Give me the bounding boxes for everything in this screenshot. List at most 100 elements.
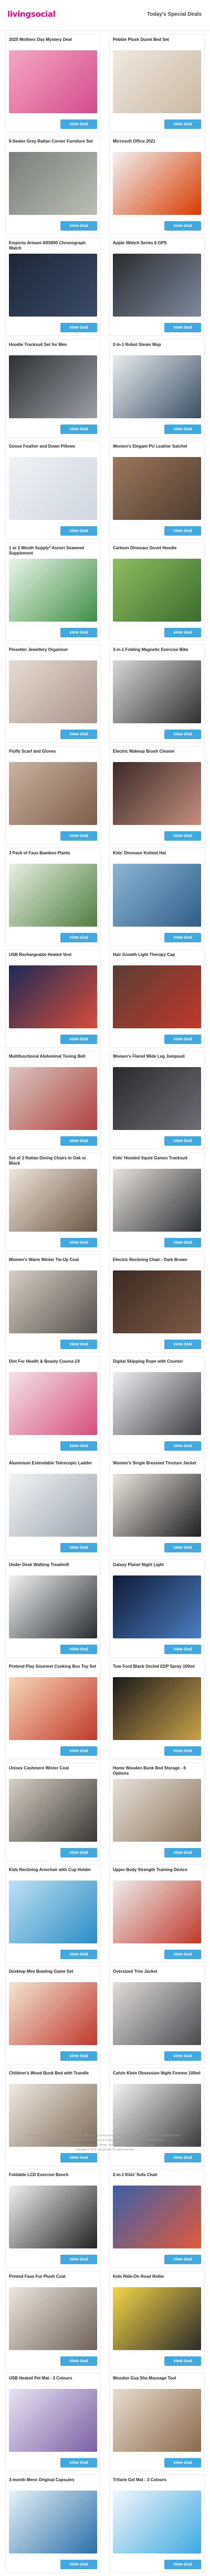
deal-card[interactable]: Upper Body Strength Training Device view … [109,1864,205,1963]
deal-image[interactable] [113,1474,201,1537]
deal-card[interactable]: Cartoon Dinosaur Duvet Hoodie view deal [109,542,205,641]
deal-title[interactable]: Desktop Mini Bowling Game Set [9,1969,97,1981]
deal-image[interactable] [9,1270,97,1333]
view-deal-button[interactable]: view deal [60,831,97,841]
deal-title[interactable]: Wooden Gua Sha Massage Tool [113,2376,201,2387]
deal-card[interactable]: 3 Pack of Faux Bamboo Plants view deal [5,847,101,946]
view-deal-button[interactable]: view deal [60,1645,97,1654]
deal-title[interactable]: Digital Skipping Rope with Counter [113,1359,201,1371]
deal-card[interactable]: Goose Feather and Down Pillows view deal [5,441,101,539]
view-deal-button[interactable]: view deal [60,628,97,637]
deal-image[interactable] [9,965,97,1028]
deal-image[interactable] [9,50,97,113]
deal-title[interactable]: Trifarie Gel Mat - 3 Colours [113,2477,201,2489]
deal-title[interactable]: 2-in-1 Kids' Sofa Chair [113,2172,201,2184]
deal-card[interactable]: USB Heated Pet Mat - 3 Colours view deal [5,2373,101,2471]
deal-title[interactable]: Kids' Hooded Squid Games Tracksuit [113,1156,201,1167]
view-deal-button[interactable]: view deal [164,323,201,332]
deal-image[interactable] [113,1575,201,1638]
deal-card[interactable]: Women's Single Breasted Tincture Jacket v… [109,1458,205,1556]
view-deal-button[interactable]: view deal [164,1848,201,1857]
deal-card[interactable]: Desktop Mini Bowling Game Set view deal [5,1966,101,2064]
deal-image[interactable] [9,864,97,927]
view-deal-button[interactable]: view deal [60,221,97,231]
deal-title[interactable]: Foldable LCD Exercise Bench [9,2172,97,2184]
view-deal-button[interactable]: view deal [60,2560,97,2569]
deal-title[interactable]: Diet For Health & Beauty Course £9 [9,1359,97,1371]
deal-title[interactable]: Set of 2 Rattan Dining Chairs in Oak or … [9,1156,97,1167]
view-deal-button[interactable]: view deal [164,628,201,637]
deal-image[interactable] [9,1677,97,1740]
deal-card[interactable]: Kids' Dinosaur Knitted Hat view deal [109,847,205,946]
deal-card[interactable]: Galaxy Planet Night Light view deal [109,1559,205,1658]
deal-image[interactable] [113,1779,201,1842]
view-deal-button[interactable]: view deal [164,1340,201,1349]
deal-card[interactable]: 3-month Mens Original Capsules view deal [5,2474,101,2573]
deal-card[interactable]: Microsoft Office 2021 view deal [109,136,205,234]
deal-image[interactable] [113,457,201,520]
deal-card[interactable]: Tom Ford Black Orchid EDP Spray 100ml vie… [109,1661,205,1759]
deal-image[interactable] [9,2389,97,2452]
deal-card[interactable]: Women's Elegant PU Leather Satchel view d… [109,441,205,539]
deal-image[interactable] [113,1067,201,1130]
deal-title[interactable]: Kids' Dinosaur Knitted Hat [113,851,201,862]
deal-title[interactable]: Hair Growth Light Therapy Cap [113,952,201,964]
view-deal-button[interactable]: view deal [60,2255,97,2264]
deal-title[interactable]: Apple iWatch Series 6 GPS [113,241,201,252]
view-deal-button[interactable]: view deal [60,730,97,739]
deal-card[interactable]: Aluminium Extendable Telescopic Ladder vi… [5,1458,101,1556]
deal-image[interactable] [113,2287,201,2350]
deal-title[interactable]: Pebble Plush Duvet Bed Set [113,37,201,49]
deal-title[interactable]: Women's Warm Winter Tie-Up Coat [9,1257,97,1269]
deal-card[interactable]: Diet For Health & Beauty Course £9 view d… [5,1356,101,1454]
deal-card[interactable]: Unisex Cashmere Winter Coat view deal [5,1763,101,1861]
deal-title[interactable]: Women's Single Breasted Tincture Jacket [113,1461,201,1472]
deal-title[interactable]: 3-in-1 Folding Magnetic Exercise Bike [113,647,201,659]
view-deal-button[interactable]: view deal [164,933,201,942]
deal-image[interactable] [9,457,97,520]
deal-card[interactable]: 3-in-1 Folding Magnetic Exercise Bike vie… [109,644,205,743]
view-deal-button[interactable]: view deal [60,2356,97,2366]
deal-image[interactable] [113,1881,201,1943]
view-deal-button[interactable]: view deal [60,2153,97,2162]
deal-card[interactable]: 1 or 2 Month Supply* Asnori Seaweed Supp… [5,542,101,641]
deal-title[interactable]: Microsoft Office 2021 [113,139,201,150]
deal-image[interactable] [9,1881,97,1943]
deal-card[interactable]: Multifunctional Abdominal Toning Belt vie… [5,1051,101,1149]
deal-title[interactable]: Upper Body Strength Training Device [113,1867,201,1879]
view-deal-button[interactable]: view deal [60,1950,97,1959]
deal-image[interactable] [113,152,201,215]
deal-card[interactable]: Pebble Plush Duvet Bed Set view deal [109,34,205,133]
deal-card[interactable]: 2-in-1 Kids' Sofa Chair view deal [109,2169,205,2268]
view-deal-button[interactable]: view deal [164,2255,201,2264]
deal-image[interactable] [9,762,97,825]
deal-card[interactable]: 6-Seater Grey Rattan Corner Furniture Se… [5,136,101,234]
view-deal-button[interactable]: view deal [164,1746,201,1756]
deal-title[interactable]: Emporio Armani AR5890 Chronograph Watch [9,241,97,252]
deal-card[interactable]: Women's Flared Wide Leg Jumpsuit view dea… [109,1051,205,1149]
view-deal-button[interactable]: view deal [164,1238,201,1247]
view-deal-button[interactable]: view deal [164,2356,201,2366]
view-deal-button[interactable]: view deal [60,1035,97,1044]
deal-card[interactable]: Kids' Hooded Squid Games Tracksuit view d… [109,1153,205,1251]
view-deal-button[interactable]: view deal [164,1645,201,1654]
deal-image[interactable] [113,762,201,825]
deal-image[interactable] [9,559,97,622]
view-deal-button[interactable]: view deal [60,2051,97,2061]
deal-title[interactable]: Hoodie Tracksuit Set for Men [9,342,97,354]
deal-card[interactable]: Trifarie Gel Mat - 3 Colours view deal [109,2474,205,2573]
deal-image[interactable] [9,1067,97,1130]
deal-card[interactable]: Home Wooden Bunk Bed Storage - 6 Options… [109,1763,205,1861]
deal-image[interactable] [9,1169,97,1232]
deal-title[interactable]: Under Desk Walking Treadmill [9,1562,97,1574]
deal-image[interactable] [113,1982,201,2045]
deal-card[interactable]: Printed Faux Fur Plush Coat view deal [5,2271,101,2370]
deal-title[interactable]: Pretend Play Gourmet Cooking Box Toy Set [9,1664,97,1676]
deal-title[interactable]: Kids Ride-On Road Roller [113,2274,201,2286]
deal-card[interactable]: Set of 2 Rattan Dining Chairs in Oak or … [5,1153,101,1251]
view-deal-button[interactable]: view deal [60,1543,97,1552]
deal-title[interactable]: Multifunctional Abdominal Toning Belt [9,1054,97,1066]
deal-title[interactable]: Fluffy Scarf and Gloves [9,749,97,760]
deal-title[interactable]: 2-in-1 Robot Steam Mop [113,342,201,354]
view-deal-button[interactable]: view deal [164,2153,201,2162]
